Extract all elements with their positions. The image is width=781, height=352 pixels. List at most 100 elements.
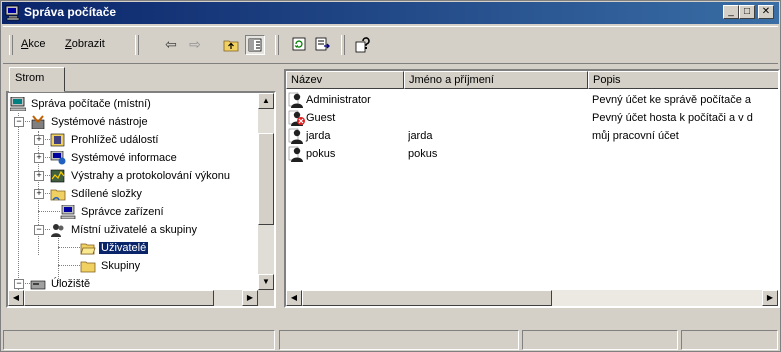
status-pane bbox=[522, 330, 678, 350]
scroll-thumb[interactable] bbox=[258, 133, 274, 225]
computer-management-window: Správa počítače _ □ ✕ Akce Zobrazit ⇦ ⇨ bbox=[0, 0, 781, 352]
scroll-thumb[interactable] bbox=[302, 290, 552, 306]
tree-item-shared-folders[interactable]: Sdílené složky bbox=[50, 185, 144, 203]
scroll-thumb[interactable] bbox=[24, 290, 214, 306]
show-hide-tree-button[interactable] bbox=[245, 35, 265, 55]
tree-item-system-information[interactable]: Systémové informace bbox=[50, 149, 179, 167]
column-header-full-name[interactable]: Jméno a příjmení bbox=[404, 71, 588, 89]
tree-item-label: Místní uživatelé a skupiny bbox=[71, 224, 197, 236]
user-icon bbox=[288, 128, 303, 145]
tree-item-groups[interactable]: Skupiny bbox=[80, 257, 142, 275]
user-icon bbox=[288, 146, 303, 163]
tree-item-label: Správa počítače (místní) bbox=[31, 98, 151, 110]
table-row[interactable]: Guest Pevný účet hosta k počítači a v d bbox=[286, 109, 778, 127]
folder-open-icon bbox=[80, 243, 96, 255]
collapse-toggle[interactable]: − bbox=[34, 225, 44, 235]
scroll-left-button[interactable]: ◀ bbox=[8, 290, 24, 306]
minimize-button[interactable]: _ bbox=[723, 5, 739, 19]
console-tree-icon bbox=[248, 38, 262, 52]
scroll-up-button[interactable]: ▲ bbox=[258, 93, 274, 109]
tab-tree[interactable]: Strom bbox=[9, 67, 65, 92]
tree-item-device-manager[interactable]: Správce zařízení bbox=[60, 203, 166, 221]
forward-button[interactable]: ⇨ bbox=[185, 35, 205, 55]
status-pane bbox=[279, 330, 519, 350]
folder-up-icon bbox=[223, 40, 239, 52]
menu-action[interactable]: Akce bbox=[21, 38, 45, 50]
collapse-toggle[interactable]: − bbox=[14, 279, 24, 289]
export-list-icon bbox=[315, 37, 330, 51]
user-icon bbox=[288, 92, 303, 109]
toolbar-grip[interactable] bbox=[9, 35, 13, 55]
back-button[interactable]: ⇦ bbox=[161, 35, 181, 55]
scroll-corner bbox=[258, 290, 274, 306]
system-info-icon bbox=[50, 151, 66, 165]
menu-action-label: kce bbox=[28, 38, 46, 50]
status-pane bbox=[681, 330, 778, 350]
cell-full-name: pokus bbox=[408, 148, 438, 160]
tree-item-label: Úložiště bbox=[51, 278, 91, 290]
menu-view[interactable]: Zobrazit bbox=[65, 38, 105, 50]
tree-item-label: Sdílené složky bbox=[71, 188, 142, 200]
minimize-icon: _ bbox=[728, 6, 734, 17]
close-button[interactable]: ✕ bbox=[758, 5, 774, 19]
tree-line bbox=[58, 265, 80, 266]
expand-toggle[interactable]: + bbox=[34, 135, 44, 145]
tree-vertical-scrollbar[interactable]: ▲ ▼ bbox=[258, 93, 274, 290]
maximize-icon: □ bbox=[743, 6, 751, 17]
toolbar: Akce Zobrazit ⇦ ⇨ bbox=[3, 26, 778, 64]
console-tree: − + + + + − − Správa počítače (místní) S… bbox=[6, 91, 276, 308]
tree-item-label: Prohlížeč událostí bbox=[71, 134, 159, 146]
table-row[interactable]: Administrator Pevný účet ke správě počít… bbox=[286, 91, 778, 109]
expand-toggle[interactable]: + bbox=[34, 189, 44, 199]
column-header-name[interactable]: Název bbox=[286, 71, 404, 89]
toolbar-separator bbox=[341, 35, 345, 55]
column-header-description[interactable]: Popis bbox=[588, 71, 778, 89]
scroll-right-button[interactable]: ▶ bbox=[762, 290, 778, 306]
cell-name: Guest bbox=[288, 109, 402, 127]
tree-item-event-viewer[interactable]: Prohlížeč událostí bbox=[50, 131, 160, 149]
alerts-icon bbox=[50, 169, 65, 183]
tree-item-system-tools[interactable]: Systémové nástroje bbox=[30, 113, 150, 131]
tree-item-computer-management[interactable]: Správa počítače (místní) bbox=[10, 95, 153, 113]
table-row[interactable]: jarda jarda můj pracovní účet bbox=[286, 127, 778, 145]
tab-tree-label: Strom bbox=[15, 72, 45, 84]
expand-toggle[interactable]: + bbox=[34, 171, 44, 181]
table-row[interactable]: pokus pokus bbox=[286, 145, 778, 163]
cell-name: jarda bbox=[288, 127, 402, 145]
toolbar-separator bbox=[275, 35, 279, 55]
shared-folder-icon bbox=[50, 189, 66, 201]
tree-horizontal-scrollbar[interactable]: ◀ ▶ bbox=[8, 290, 274, 306]
help-icon bbox=[355, 37, 370, 53]
cell-description: Pevný účet hosta k počítači a v d bbox=[592, 112, 753, 124]
folder-icon bbox=[80, 261, 96, 273]
tree-item-label: Uživatelé bbox=[97, 241, 150, 255]
export-list-button[interactable] bbox=[313, 35, 333, 55]
maximize-button[interactable]: □ bbox=[739, 5, 755, 19]
disabled-user-icon bbox=[288, 110, 305, 127]
tree-item-local-users-groups[interactable]: Místní uživatelé a skupiny bbox=[50, 221, 199, 239]
title-bar[interactable]: Správa počítače _ □ ✕ bbox=[2, 2, 779, 24]
device-manager-icon bbox=[60, 205, 76, 220]
expand-toggle[interactable]: + bbox=[34, 153, 44, 163]
tree-item-label: Systémové nástroje bbox=[51, 116, 148, 128]
scroll-right-button[interactable]: ▶ bbox=[242, 290, 258, 306]
collapse-toggle[interactable]: − bbox=[14, 117, 24, 127]
tree-line bbox=[58, 247, 80, 248]
tree-item-users[interactable]: Uživatelé bbox=[80, 239, 150, 257]
cell-name: pokus bbox=[288, 145, 402, 163]
window-title: Správa počítače bbox=[24, 5, 117, 19]
scroll-left-button[interactable]: ◀ bbox=[286, 290, 302, 306]
help-button[interactable] bbox=[353, 35, 373, 55]
toolbar-grip[interactable] bbox=[135, 35, 139, 55]
cell-description: můj pracovní účet bbox=[592, 130, 679, 142]
scroll-down-button[interactable]: ▼ bbox=[258, 274, 274, 290]
tree-item-performance-alerts[interactable]: Výstrahy a protokolování výkonu bbox=[50, 167, 232, 185]
forward-arrow-icon: ⇨ bbox=[189, 36, 201, 52]
back-arrow-icon: ⇦ bbox=[165, 36, 177, 52]
up-one-level-button[interactable] bbox=[221, 35, 241, 55]
refresh-button[interactable] bbox=[289, 35, 309, 55]
tree-line bbox=[18, 113, 19, 298]
computer-management-icon bbox=[5, 5, 20, 21]
list-horizontal-scrollbar[interactable]: ◀ ▶ bbox=[286, 290, 778, 306]
storage-icon bbox=[30, 280, 46, 290]
